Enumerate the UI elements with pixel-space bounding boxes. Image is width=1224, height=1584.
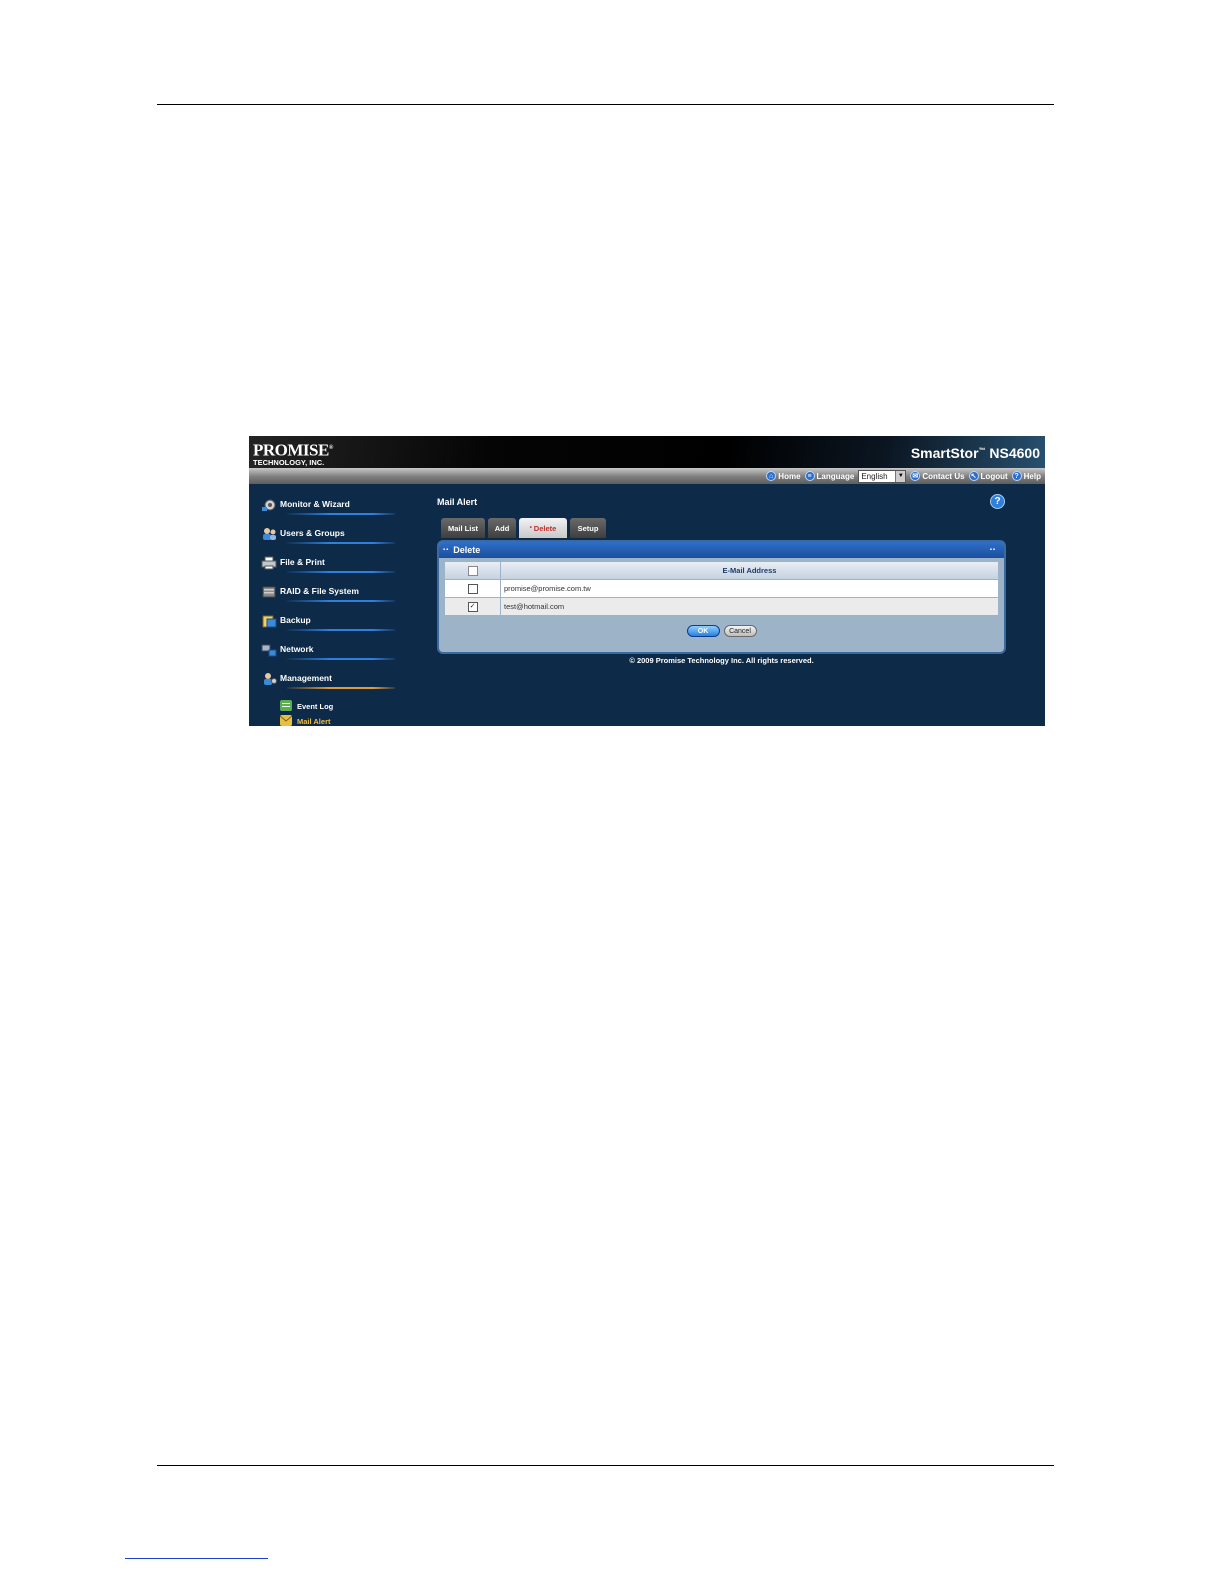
event-log-icon [280, 700, 292, 711]
table-row: promise@promise.com.tw [445, 580, 998, 597]
disk-icon [262, 586, 276, 598]
promise-logo: PROMISE® TECHNOLOGY, INC. [253, 440, 333, 467]
language-icon: ≡ [804, 471, 815, 481]
sidebar-item-raid-file-system[interactable]: RAID & File System [259, 583, 409, 612]
column-header-email: E-Mail Address [501, 562, 998, 579]
app-header: PROMISE® TECHNOLOGY, INC. SmartStor™ NS4… [249, 436, 1045, 468]
table-row: ✓ test@hotmail.com [445, 598, 998, 615]
tab-bar: Mail List Add • Delete Setup [441, 518, 606, 538]
mail-icon: ✉ [910, 471, 921, 481]
chevron-down-icon: ▼ [895, 470, 906, 482]
sidebar-item-network[interactable]: Network [259, 641, 409, 670]
language-label: ≡ Language [804, 471, 854, 481]
footer-link-underline [125, 1558, 268, 1559]
email-cell: test@hotmail.com [501, 598, 998, 615]
help-link[interactable]: ? Help [1011, 471, 1041, 481]
tab-mail-list[interactable]: Mail List [441, 518, 485, 538]
management-icon [264, 673, 277, 685]
grip-icon: ▪▪ [989, 547, 996, 553]
table-header-row: E-Mail Address [445, 562, 998, 579]
page-footer-rule [157, 1465, 1054, 1466]
home-icon: ⌂ [766, 471, 777, 481]
top-navigation-bar: ⌂ Home ≡ Language English ▼ ✉ Contact Us… [249, 468, 1045, 484]
logout-link[interactable]: ↖ Logout [968, 471, 1008, 481]
email-cell: promise@promise.com.tw [501, 580, 998, 597]
product-name: SmartStor™ NS4600 [910, 445, 1040, 461]
help-icon: ? [1011, 471, 1022, 481]
select-all-checkbox[interactable] [467, 565, 478, 576]
bullet-icon: • [529, 525, 532, 531]
contact-us-link[interactable]: ✉ Contact Us [910, 471, 965, 481]
sidebar-item-users-groups[interactable]: Users & Groups [259, 525, 409, 554]
sidebar-item-file-print[interactable]: File & Print [259, 554, 409, 583]
sidebar-subitem-event-log[interactable]: Event Log [259, 699, 409, 714]
printer-icon [261, 556, 277, 570]
tab-delete[interactable]: • Delete [519, 518, 567, 538]
sidebar-item-monitor-wizard[interactable]: Monitor & Wizard [259, 496, 409, 525]
copyright-text: © 2009 Promise Technology Inc. All right… [629, 656, 814, 665]
tab-setup[interactable]: Setup [570, 518, 606, 538]
email-table: E-Mail Address promise@promise.com.tw ✓ … [445, 562, 998, 616]
app-screenshot: PROMISE® TECHNOLOGY, INC. SmartStor™ NS4… [249, 436, 1045, 726]
sidebar-subitem-mail-alert[interactable]: Mail Alert [259, 714, 409, 726]
sidebar-item-management[interactable]: Management [259, 670, 409, 699]
language-select[interactable]: English ▼ [858, 469, 907, 483]
panel-header: ▪▪ Delete ▪▪ [439, 542, 1004, 558]
row-checkbox[interactable]: ✓ [467, 601, 478, 612]
home-link[interactable]: ⌂ Home [766, 471, 801, 481]
page-header-rule [157, 104, 1054, 105]
sidebar-item-backup[interactable]: Backup [259, 612, 409, 641]
sidebar: Monitor & Wizard Users & Groups File & P… [259, 496, 409, 726]
grip-icon: ▪▪ [443, 547, 450, 553]
page-title: Mail Alert [437, 497, 478, 507]
gear-icon [262, 499, 276, 511]
delete-panel: ▪▪ Delete ▪▪ E-Mail Address promise@prom… [437, 540, 1006, 654]
help-icon[interactable]: ? [990, 494, 1005, 509]
panel-buttons: OK Cancel [439, 625, 1004, 637]
users-icon [263, 528, 276, 540]
backup-icon [262, 615, 277, 628]
tab-add[interactable]: Add [488, 518, 516, 538]
logout-icon: ↖ [968, 471, 979, 481]
network-icon [261, 644, 277, 657]
mail-alert-icon [280, 715, 292, 726]
row-checkbox[interactable] [467, 583, 478, 594]
ok-button[interactable]: OK [686, 625, 720, 637]
cancel-button[interactable]: Cancel [723, 625, 757, 637]
